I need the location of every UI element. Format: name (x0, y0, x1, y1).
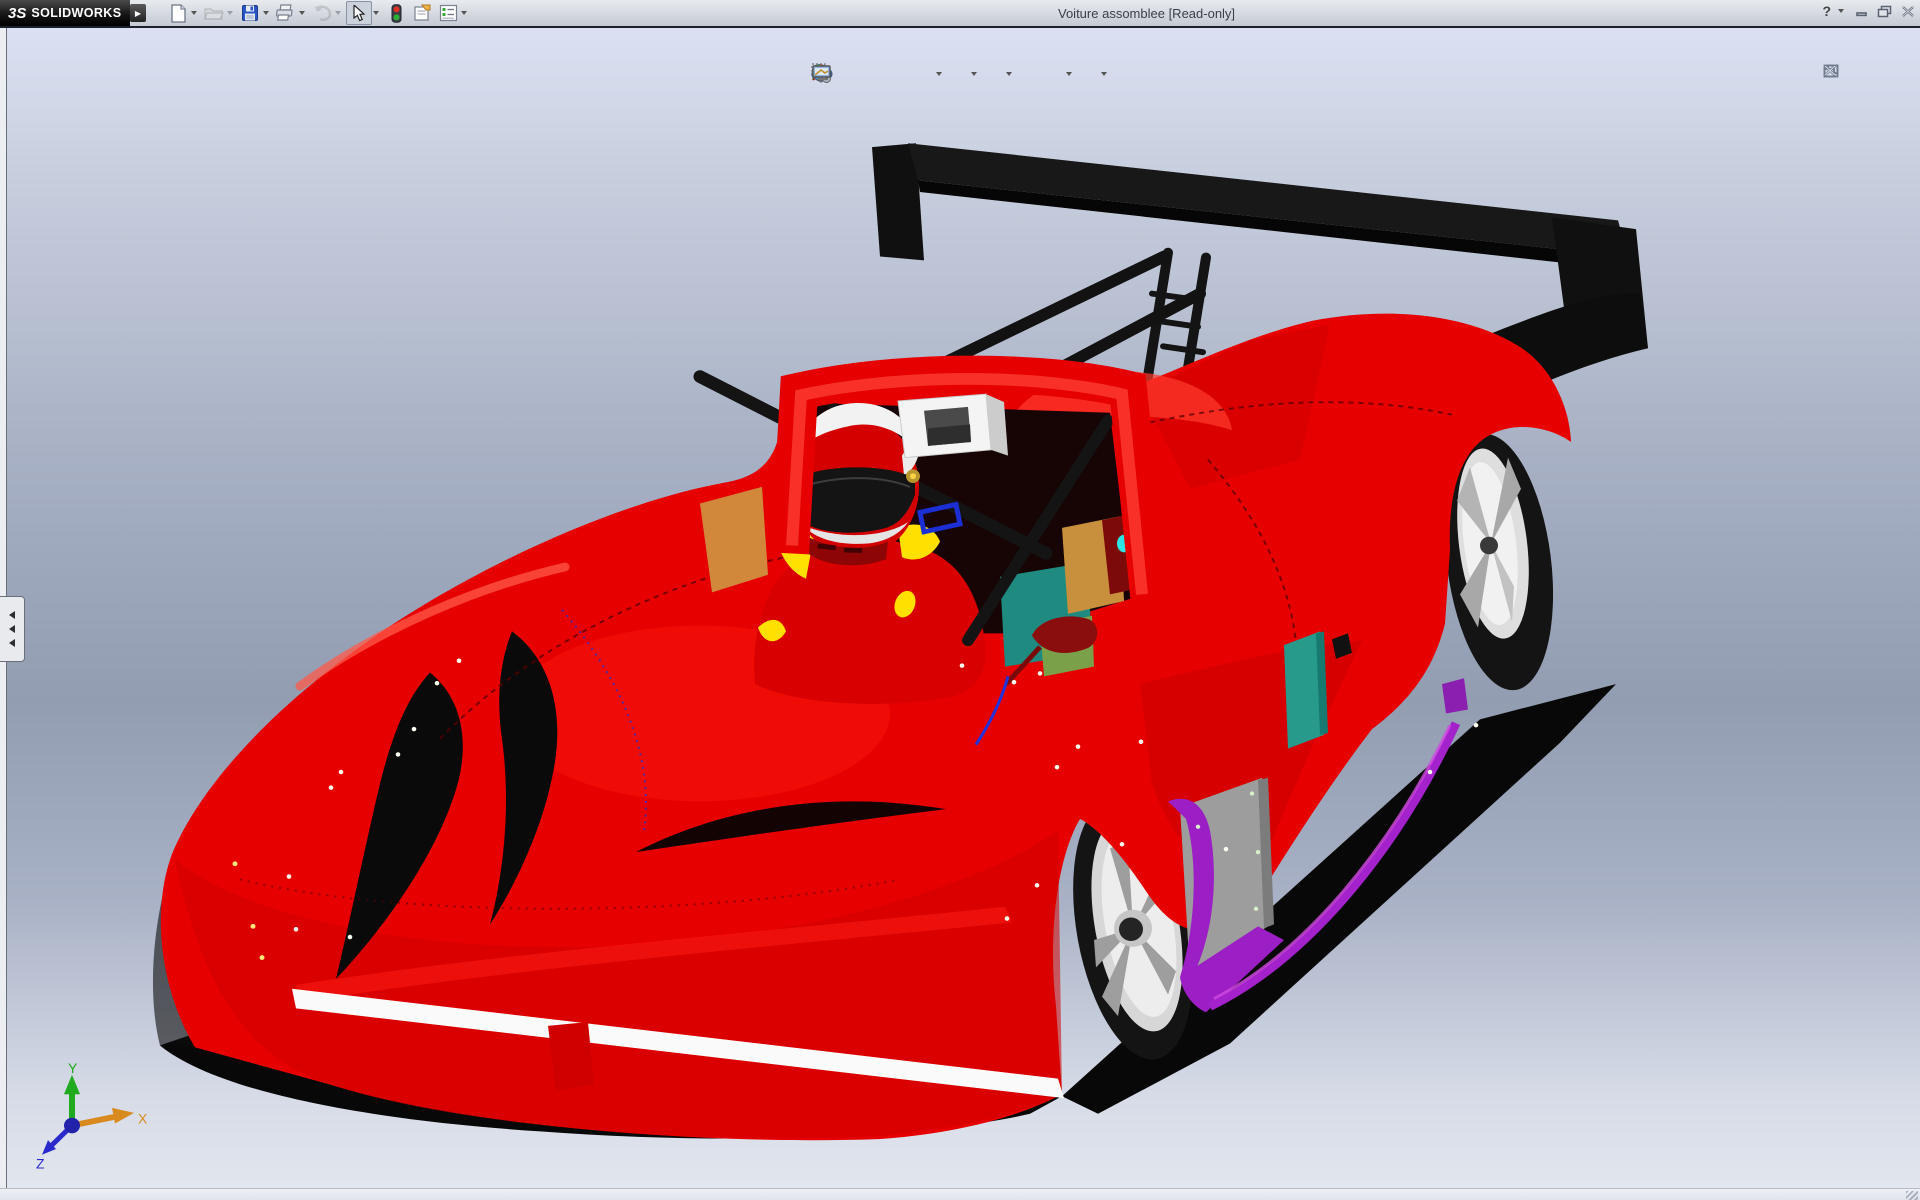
select-button[interactable] (346, 1, 372, 25)
options-dropdown[interactable] (461, 11, 467, 15)
traffic-light-icon (391, 4, 402, 23)
help-button[interactable]: ? (1822, 3, 1831, 19)
new-dropdown[interactable] (191, 11, 197, 15)
solidworks-window: 3S SOLIDWORKS ▶ (0, 0, 1920, 1200)
view-settings-button[interactable] (1075, 62, 1099, 86)
triad-y-label: Y (68, 1060, 77, 1076)
save-dropdown[interactable] (263, 11, 269, 15)
previous-view-button[interactable] (860, 62, 884, 86)
restore-button[interactable] (1876, 4, 1893, 19)
file-properties-button[interactable] (410, 2, 434, 24)
options-checklist-icon (439, 4, 458, 22)
print-dropdown[interactable] (299, 11, 305, 15)
document-window-controls (1823, 64, 1912, 79)
heads-up-view-toolbar (810, 62, 1110, 86)
undo-icon (312, 5, 332, 22)
file-properties-icon (413, 4, 432, 22)
close-button[interactable] (1899, 4, 1916, 19)
menu-expand-arrow[interactable]: ▶ (130, 4, 146, 22)
undo-dropdown[interactable] (335, 11, 341, 15)
display-style-dropdown[interactable] (971, 72, 977, 76)
reference-triad: Y X Z (36, 1060, 147, 1171)
zoom-to-area-button[interactable] (835, 62, 859, 86)
view-settings-icon (810, 62, 834, 84)
select-dropdown[interactable] (373, 11, 379, 15)
collapse-arrow-icon (9, 639, 15, 647)
graphics-viewport[interactable]: Y X Z (0, 28, 1920, 1188)
feature-manager-expand-handle[interactable] (0, 596, 25, 662)
help-dropdown[interactable] (1838, 9, 1844, 13)
print-icon (276, 4, 296, 22)
open-folder-icon (204, 5, 224, 21)
display-style-button[interactable] (945, 62, 969, 86)
hide-show-items-dropdown[interactable] (1006, 72, 1012, 76)
new-document-button[interactable] (166, 2, 190, 24)
new-document-icon (170, 4, 187, 23)
doc-minimize-button[interactable] (1847, 64, 1864, 79)
select-cursor-icon (352, 5, 366, 22)
apply-scene-button[interactable] (1040, 62, 1064, 86)
edit-appearance-button[interactable] (1015, 62, 1039, 86)
model-scene: Y X Z (0, 28, 1920, 1188)
window-title: Voiture assomblee [Read-only] (1058, 6, 1235, 21)
section-view-button[interactable] (885, 62, 909, 86)
collapse-arrow-icon (9, 625, 15, 633)
standard-toolbar (164, 1, 470, 25)
doc-restore-button[interactable] (1871, 64, 1888, 79)
view-orientation-button[interactable] (910, 62, 934, 86)
intake-box (898, 394, 1008, 457)
rebuild-button[interactable] (384, 2, 408, 24)
options-button[interactable] (436, 2, 460, 24)
view-orientation-dropdown[interactable] (936, 72, 942, 76)
3ds-logo-icon: 3S (8, 5, 26, 22)
solidworks-logo: 3S SOLIDWORKS (0, 0, 130, 26)
title-bar: 3S SOLIDWORKS ▶ (0, 0, 1920, 28)
resize-grip[interactable] (1906, 1191, 1918, 1200)
apply-scene-dropdown[interactable] (1066, 72, 1072, 76)
open-dropdown[interactable] (227, 11, 233, 15)
collapse-arrow-icon (9, 611, 15, 619)
doc-close-button[interactable] (1895, 64, 1912, 79)
hide-show-items-button[interactable] (980, 62, 1004, 86)
triad-z-label: Z (36, 1156, 45, 1172)
undo-button[interactable] (310, 2, 334, 24)
minimize-button[interactable] (1853, 4, 1870, 19)
brand-text: SOLIDWORKS (31, 6, 121, 20)
print-button[interactable] (274, 2, 298, 24)
status-bar (0, 1188, 1920, 1200)
save-button[interactable] (238, 2, 262, 24)
triad-x-label: X (138, 1111, 147, 1127)
open-button[interactable] (202, 2, 226, 24)
view-settings-dropdown[interactable] (1101, 72, 1107, 76)
save-floppy-icon (241, 4, 259, 22)
main-window-controls: ? (1822, 3, 1916, 19)
